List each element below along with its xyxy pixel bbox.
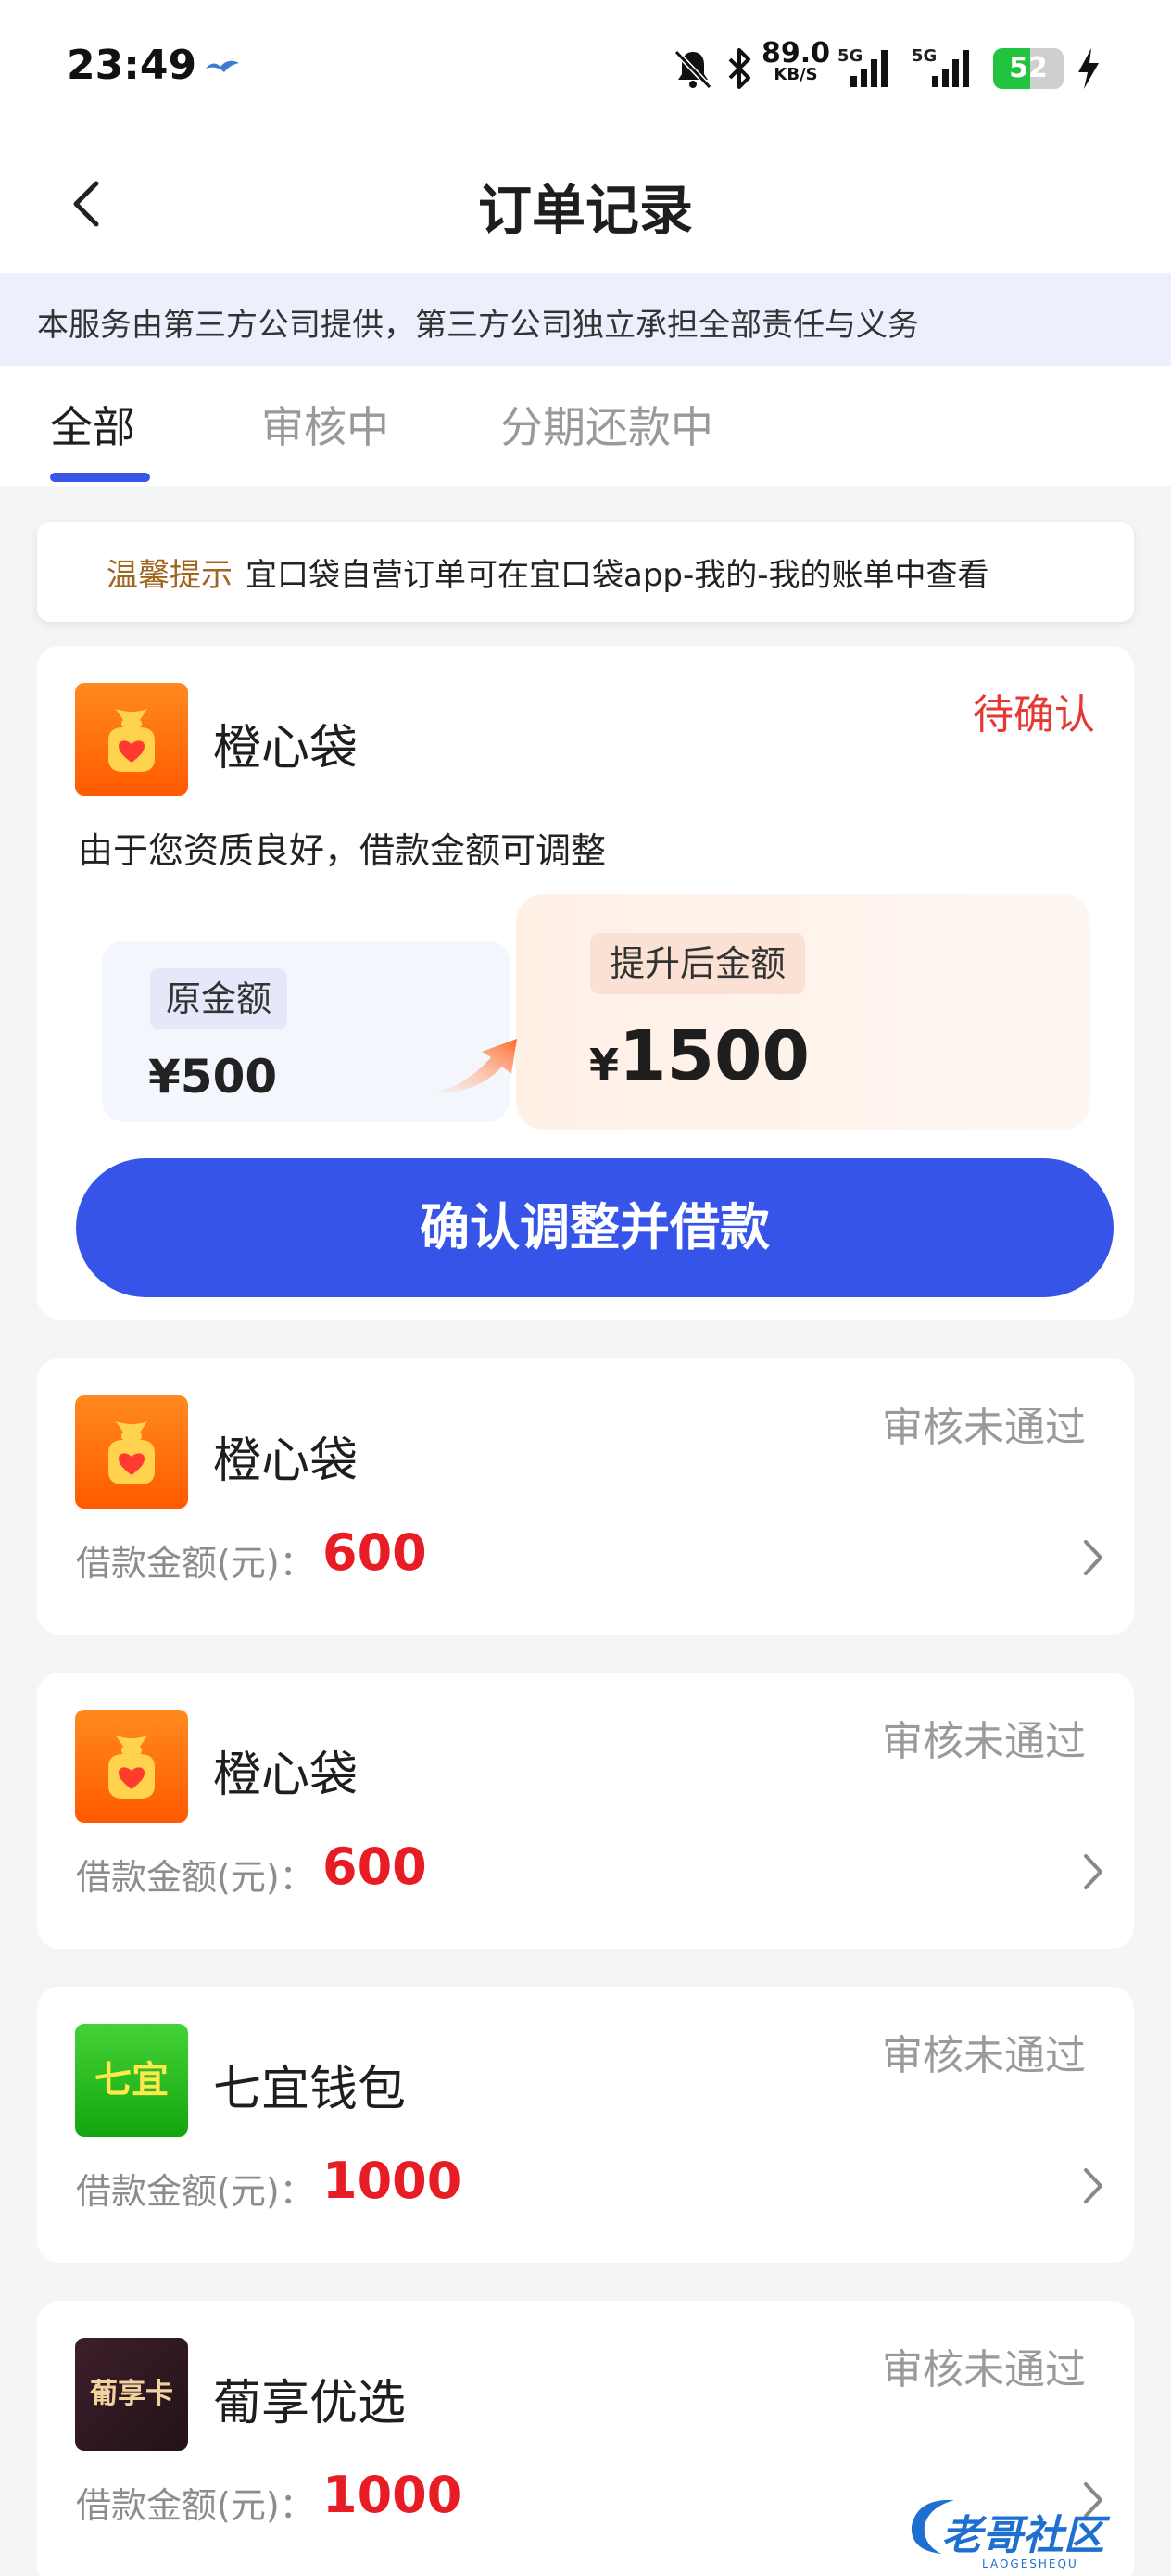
money-bag-icon bbox=[75, 1395, 188, 1509]
watermark-text: 老哥社区 bbox=[941, 2512, 1104, 2559]
puxiangka-logo-icon: 葡享卡 bbox=[75, 2338, 188, 2451]
puxiangka-logo-text: 葡享卡 bbox=[90, 2378, 173, 2410]
new-amount-label: 提升后金额 bbox=[590, 933, 805, 994]
tip-text: 宜口袋自营订单可在宜口袋app-我的-我的账单中查看 bbox=[246, 557, 989, 594]
status-time: 23:49 bbox=[67, 42, 197, 89]
status-badge: 审核未通过 bbox=[882, 1404, 1086, 1451]
battery-percent: 52 bbox=[1009, 52, 1048, 84]
new-amount-number: 1500 bbox=[619, 1017, 810, 1096]
tab-installment-repaying[interactable]: 分期还款中 bbox=[500, 394, 713, 455]
signal-icon bbox=[932, 50, 969, 87]
amount-label: 借款金额(元)： bbox=[76, 2171, 315, 2212]
amount-value: 600 bbox=[322, 1837, 427, 1896]
active-tab-indicator bbox=[50, 473, 150, 482]
qiyi-logo-icon: 七宜 bbox=[75, 2024, 188, 2137]
app-name: 橙心袋 bbox=[213, 721, 359, 777]
chevron-right-icon bbox=[1084, 1540, 1102, 1575]
watermark-logo: 老哥社区 LAOGESHEQU bbox=[908, 2499, 1104, 2576]
chevron-right-icon bbox=[1084, 2168, 1102, 2203]
confirm-adjust-borrow-button[interactable]: 确认调整并借款 bbox=[76, 1158, 1114, 1297]
status-badge: 审核未通过 bbox=[882, 1718, 1086, 1765]
order-card[interactable]: 橙心袋 审核未通过 借款金额(元)： 600 bbox=[37, 1673, 1134, 1949]
order-card[interactable]: 七宜 七宜钱包 审核未通过 借款金额(元)： 1000 bbox=[37, 1987, 1134, 2263]
signal-icon bbox=[850, 50, 888, 87]
money-bag-icon bbox=[75, 683, 188, 796]
chevron-right-icon bbox=[1084, 1854, 1102, 1889]
amount-value: 600 bbox=[322, 1523, 427, 1582]
tab-all[interactable]: 全部 bbox=[50, 394, 135, 455]
battery-icon: 52 bbox=[993, 48, 1064, 89]
bird-icon bbox=[206, 60, 239, 72]
mute-bell-icon bbox=[674, 49, 712, 90]
loan-adjust-card: 橙心袋 待确认 由于您资质良好，借款金额可调整 原金额 ¥500 提升后金额 ¥… bbox=[37, 646, 1134, 1320]
money-bag-icon bbox=[75, 1710, 188, 1823]
amount-label: 借款金额(元)： bbox=[76, 2485, 315, 2526]
new-amount-value: ¥1500 bbox=[589, 1017, 810, 1096]
tab-under-review[interactable]: 审核中 bbox=[261, 394, 389, 455]
page-title: 订单记录 bbox=[477, 179, 693, 242]
status-badge: 待确认 bbox=[973, 691, 1095, 739]
disclaimer-banner: 本服务由第三方公司提供，第三方公司独立承担全部责任与义务 bbox=[0, 273, 1171, 366]
app-name: 橙心袋 bbox=[213, 1433, 359, 1489]
disclaimer-text: 本服务由第三方公司提供，第三方公司独立承担全部责任与义务 bbox=[37, 307, 919, 344]
original-amount-label: 原金额 bbox=[150, 968, 287, 1029]
app-name: 葡享优选 bbox=[213, 2376, 407, 2431]
amount-value: 1000 bbox=[322, 2152, 462, 2210]
app-name: 橙心袋 bbox=[213, 1748, 359, 1803]
bluetooth-icon bbox=[728, 48, 750, 89]
amount-label: 借款金额(元)： bbox=[76, 1543, 315, 1584]
tip-label: 温馨提示 bbox=[107, 557, 233, 594]
amount-value: 1000 bbox=[322, 2466, 462, 2524]
amount-label: 借款金额(元)： bbox=[76, 1857, 315, 1898]
adjust-description: 由于您资质良好，借款金额可调整 bbox=[78, 830, 607, 871]
app-name: 七宜钱包 bbox=[213, 2062, 407, 2117]
increase-arrow-icon bbox=[430, 1039, 517, 1093]
watermark-subtext: LAOGESHEQU bbox=[982, 2557, 1078, 2570]
tip-banner: 温馨提示 宜口袋自营订单可在宜口袋app-我的-我的账单中查看 bbox=[37, 522, 1134, 622]
charging-icon bbox=[1078, 48, 1099, 89]
status-badge: 审核未通过 bbox=[882, 2032, 1086, 2079]
net-speed: 89.0 KB/S bbox=[762, 40, 830, 83]
qiyi-logo-text: 七宜 bbox=[94, 2059, 169, 2102]
original-amount-value: ¥500 bbox=[148, 1050, 278, 1104]
status-badge: 审核未通过 bbox=[882, 2346, 1086, 2393]
currency-symbol: ¥ bbox=[589, 1040, 620, 1090]
order-card[interactable]: 橙心袋 审核未通过 借款金额(元)： 600 bbox=[37, 1358, 1134, 1635]
